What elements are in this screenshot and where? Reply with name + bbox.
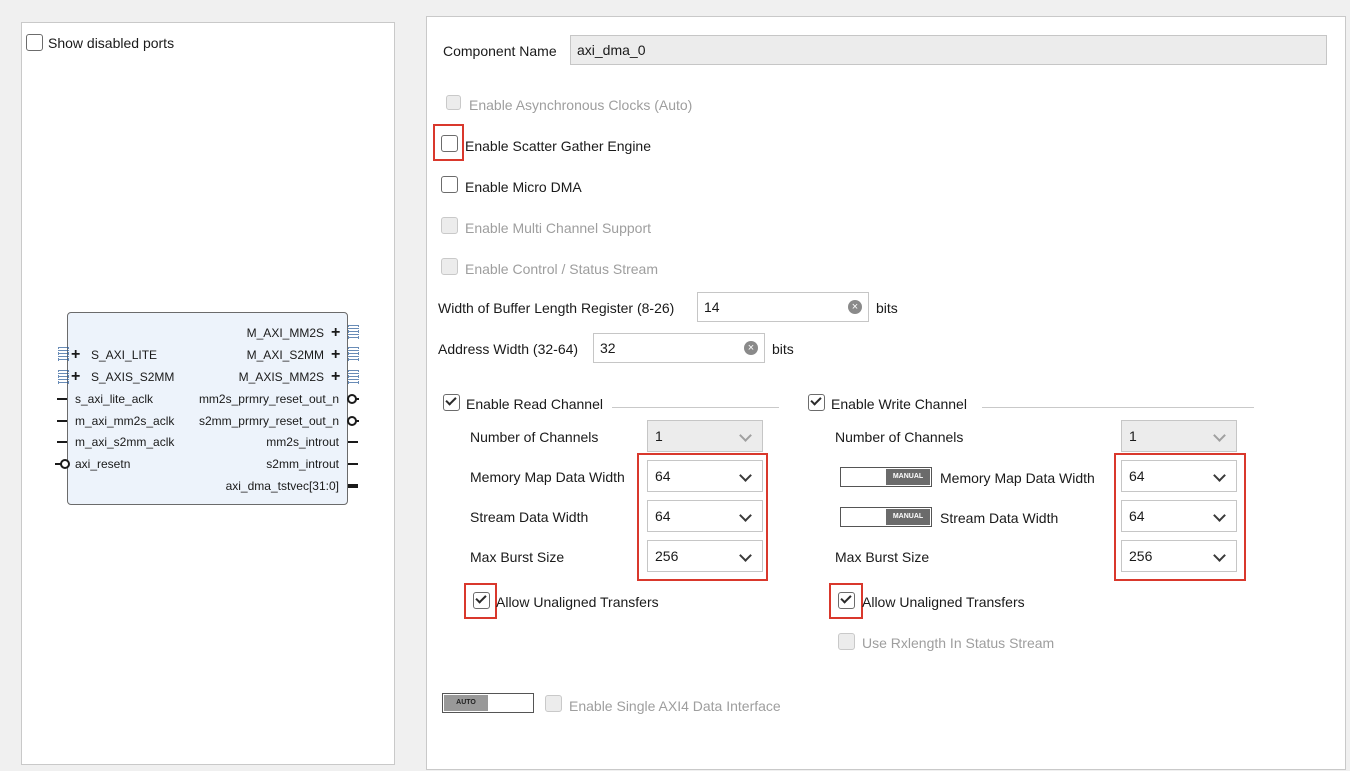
port-s-axi-lite: S_AXI_LITE <box>91 348 158 362</box>
component-name-field[interactable]: axi_dma_0 <box>570 35 1327 65</box>
single-axi4-checkbox[interactable] <box>545 695 562 712</box>
show-disabled-ports-checkbox[interactable] <box>26 34 43 51</box>
read-channel-title: Enable Read Channel <box>466 396 603 412</box>
single-axi4-auto-toggle[interactable]: AUTO <box>442 693 534 713</box>
pin-s2mm-prmry-reset-out-n <box>355 420 359 422</box>
configuration-panel <box>426 16 1346 770</box>
pin-axi-dma-tstvec <box>348 484 358 488</box>
buffer-length-unit: bits <box>876 300 898 316</box>
rxlength-label: Use Rxlength In Status Stream <box>862 635 1055 651</box>
pin-m-axi-mm2s-aclk <box>57 420 67 422</box>
chevron-down-icon <box>1213 429 1226 442</box>
s-axi-lite-expand-icon[interactable]: + <box>71 347 80 363</box>
manual-toggle-knob: MANUAL <box>886 509 930 525</box>
port-mm2s-prmry-reset-out-n: mm2s_prmry_reset_out_n <box>198 392 339 406</box>
s-axi-lite-bus-icon <box>58 347 69 361</box>
write-stream-width-manual-toggle[interactable]: MANUAL <box>840 507 932 527</box>
clear-buffer-length-icon[interactable]: × <box>848 300 862 314</box>
write-stream-width-label: Stream Data Width <box>940 510 1059 526</box>
address-width-label: Address Width (32-64) <box>438 341 579 357</box>
port-s2mm-prmry-reset-out-n: s2mm_prmry_reset_out_n <box>198 414 339 428</box>
s-axis-s2mm-bus-icon <box>58 370 69 384</box>
port-s-axi-lite-aclk: s_axi_lite_aclk <box>75 392 154 406</box>
m-axi-s2mm-bus-icon <box>348 347 359 361</box>
address-width-input[interactable]: 32 × <box>593 333 765 363</box>
pin-s-axi-lite-aclk <box>57 398 67 400</box>
m-axi-mm2s-expand-icon[interactable]: + <box>331 325 340 341</box>
write-channel-title: Enable Write Channel <box>831 396 967 412</box>
port-mm2s-introut: mm2s_introut <box>266 435 339 449</box>
read-unaligned-checkbox[interactable] <box>473 592 490 609</box>
multi-channel-label: Enable Multi Channel Support <box>465 220 652 236</box>
component-name-label: Component Name <box>443 43 557 59</box>
write-num-channels-select[interactable]: 1 <box>1121 420 1237 452</box>
axi-dma-ip-block[interactable] <box>67 312 348 505</box>
clear-address-width-icon[interactable]: × <box>744 341 758 355</box>
read-num-channels-label: Number of Channels <box>470 429 599 445</box>
address-width-unit: bits <box>772 341 794 357</box>
port-s2mm-introut: s2mm_introut <box>266 457 339 471</box>
buffer-length-label: Width of Buffer Length Register (8-26) <box>438 300 675 316</box>
port-m-axi-mm2s-aclk: m_axi_mm2s_aclk <box>75 414 175 428</box>
write-unaligned-checkbox[interactable] <box>838 592 855 609</box>
write-unaligned-label: Allow Unaligned Transfers <box>862 594 1025 610</box>
port-m-axi-mm2s: M_AXI_MM2S <box>246 326 324 340</box>
m-axi-mm2s-bus-icon <box>348 325 359 339</box>
m-axis-mm2s-expand-icon[interactable]: + <box>331 369 340 385</box>
async-clocks-checkbox[interactable] <box>446 95 461 110</box>
read-num-channels-value: 1 <box>655 428 663 444</box>
address-width-value: 32 <box>600 340 616 356</box>
control-status-checkbox[interactable] <box>441 258 458 275</box>
m-axi-s2mm-expand-icon[interactable]: + <box>331 347 340 363</box>
write-widths-highlight <box>1114 453 1246 581</box>
port-m-axis-mm2s: M_AXIS_MM2S <box>238 370 324 384</box>
micro-dma-checkbox[interactable] <box>441 176 458 193</box>
port-axi-dma-tstvec: axi_dma_tstvec[31:0] <box>225 479 339 493</box>
scatter-gather-label: Enable Scatter Gather Engine <box>465 138 652 154</box>
write-burst-label: Max Burst Size <box>835 549 930 565</box>
port-s-axis-s2mm: S_AXIS_S2MM <box>91 370 175 384</box>
port-axi-resetn: axi_resetn <box>75 457 131 471</box>
multi-channel-checkbox[interactable] <box>441 217 458 234</box>
buffer-length-value: 14 <box>704 299 720 315</box>
chevron-down-icon <box>739 429 752 442</box>
read-stream-width-label: Stream Data Width <box>470 509 589 525</box>
read-channel-checkbox[interactable] <box>443 394 460 411</box>
buffer-length-input[interactable]: 14 × <box>697 292 869 322</box>
write-mm-width-label: Memory Map Data Width <box>940 470 1095 486</box>
auto-toggle-knob: AUTO <box>444 695 488 711</box>
micro-dma-label: Enable Micro DMA <box>465 179 582 195</box>
pin-s2mm-introut <box>348 463 358 465</box>
single-axi4-label: Enable Single AXI4 Data Interface <box>569 698 781 714</box>
s-axis-s2mm-expand-icon[interactable]: + <box>71 369 80 385</box>
control-status-label: Enable Control / Status Stream <box>465 261 658 277</box>
read-mm-width-label: Memory Map Data Width <box>470 469 625 485</box>
read-unaligned-label: Allow Unaligned Transfers <box>496 594 659 610</box>
scatter-gather-checkbox[interactable] <box>441 135 458 152</box>
write-channel-separator <box>982 407 1254 408</box>
read-widths-highlight <box>637 453 768 581</box>
write-mm-width-manual-toggle[interactable]: MANUAL <box>840 467 932 487</box>
manual-toggle-knob: MANUAL <box>886 469 930 485</box>
rxlength-checkbox[interactable] <box>838 633 855 650</box>
read-burst-label: Max Burst Size <box>470 549 565 565</box>
pin-mm2s-prmry-reset-out-n <box>355 398 359 400</box>
axi-resetn-bubble-icon <box>60 459 70 469</box>
write-channel-checkbox[interactable] <box>808 394 825 411</box>
write-num-channels-value: 1 <box>1129 428 1137 444</box>
read-channel-separator <box>612 407 779 408</box>
m-axis-mm2s-bus-icon <box>348 370 359 384</box>
port-m-axi-s2mm-aclk: m_axi_s2mm_aclk <box>75 435 175 449</box>
read-num-channels-select[interactable]: 1 <box>647 420 763 452</box>
write-num-channels-label: Number of Channels <box>835 429 964 445</box>
pin-mm2s-introut <box>348 441 358 443</box>
show-disabled-ports-label: Show disabled ports <box>48 35 175 51</box>
pin-m-axi-s2mm-aclk <box>57 441 67 443</box>
port-m-axi-s2mm: M_AXI_S2MM <box>246 348 324 362</box>
async-clocks-label: Enable Asynchronous Clocks (Auto) <box>469 97 693 113</box>
